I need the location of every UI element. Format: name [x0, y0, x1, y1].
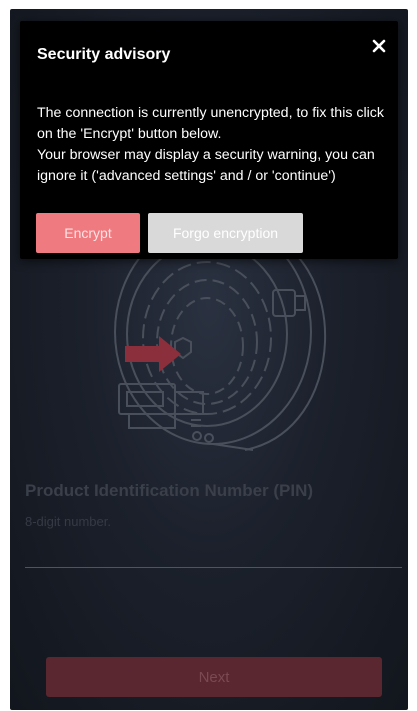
forgo-encryption-button[interactable]: Forgo encryption [148, 213, 303, 253]
security-advisory-dialog: Security advisory The connection is curr… [20, 21, 398, 259]
close-icon[interactable] [372, 39, 386, 53]
app-screen: Product Identification Number (PIN) 8-di… [10, 9, 408, 710]
dialog-message: The connection is currently unencrypted,… [37, 103, 392, 187]
pin-input[interactable] [25, 535, 402, 568]
dialog-message-line: Your browser may display a security warn… [37, 147, 375, 184]
arrow-right-icon [125, 336, 181, 372]
next-button[interactable]: Next [46, 657, 382, 697]
dialog-title: Security advisory [37, 46, 171, 63]
dialog-message-line: The connection is currently unencrypted,… [37, 105, 384, 142]
pin-field-hint: 8-digit number. [25, 514, 111, 529]
pin-field-label: Product Identification Number (PIN) [25, 481, 314, 500]
encrypt-button[interactable]: Encrypt [36, 213, 140, 253]
